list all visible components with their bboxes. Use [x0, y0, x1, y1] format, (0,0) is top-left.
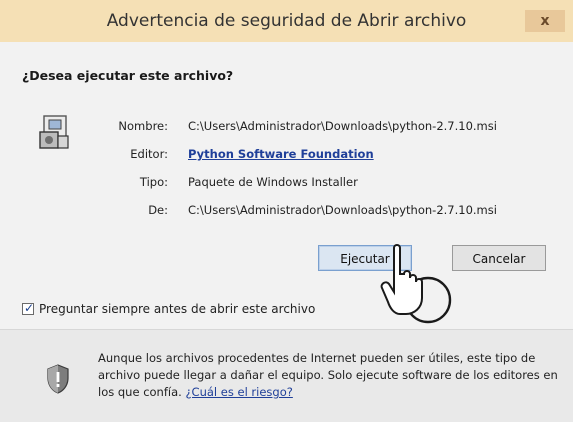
- checkmark-icon: ✓: [24, 301, 35, 315]
- type-label: Tipo:: [139, 175, 168, 189]
- hand-cursor-icon: [380, 244, 452, 324]
- from-label: De:: [148, 203, 168, 217]
- from-value: C:\Users\Administrador\Downloads\python-…: [188, 203, 497, 217]
- risk-link[interactable]: ¿Cuál es el riesgo?: [185, 385, 292, 399]
- warning-body: Aunque los archivos procedentes de Inter…: [98, 351, 558, 399]
- dialog-title: Advertencia de seguridad de Abrir archiv…: [106, 11, 467, 31]
- warning-panel: Aunque los archivos procedentes de Inter…: [0, 330, 573, 422]
- publisher-link[interactable]: Python Software Foundation: [188, 147, 374, 161]
- name-label: Nombre:: [118, 119, 168, 133]
- close-button[interactable]: x: [525, 10, 565, 32]
- type-value: Paquete de Windows Installer: [188, 175, 358, 189]
- run-question: ¿Desea ejecutar este archivo?: [22, 68, 234, 83]
- publisher-label: Editor:: [130, 147, 168, 161]
- warning-text: Aunque los archivos procedentes de Inter…: [98, 350, 558, 401]
- cancel-button[interactable]: Cancelar: [452, 245, 546, 271]
- dialog-body: ¿Desea ejecutar este archivo? Nombre: C:…: [0, 42, 573, 422]
- title-bar[interactable]: Advertencia de seguridad de Abrir archiv…: [0, 0, 573, 42]
- name-value: C:\Users\Administrador\Downloads\python-…: [188, 119, 497, 133]
- close-icon: x: [540, 13, 550, 29]
- always-ask-label[interactable]: Preguntar siempre antes de abrir este ar…: [39, 302, 315, 316]
- always-ask-checkbox[interactable]: ✓: [22, 301, 35, 315]
- security-warning-dialog: Advertencia de seguridad de Abrir archiv…: [0, 0, 573, 422]
- shield-warning-icon: [47, 364, 69, 394]
- installer-file-icon: [39, 115, 69, 149]
